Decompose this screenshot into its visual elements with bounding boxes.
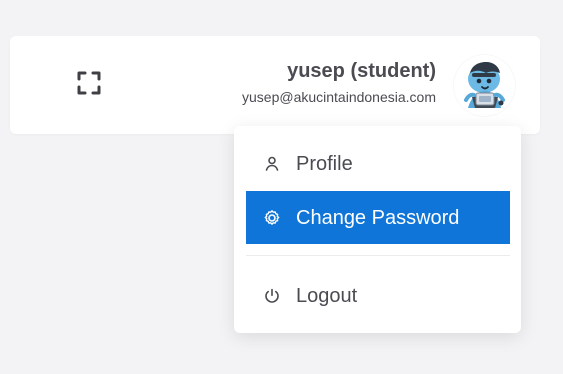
gear-icon [262,208,282,228]
logout-menu-item-label: Logout [296,284,358,307]
fullscreen-button[interactable] [73,69,105,101]
avatar-illustration [454,55,515,116]
change-password-menu-item-label: Change Password [296,206,460,229]
profile-menu-item[interactable]: Profile [246,137,510,190]
user-email: yusep@akucintaindonesia.com [242,89,436,105]
user-dropdown-menu: Profile Change Password Logout [234,126,521,333]
user-icon [262,154,282,174]
user-info: yusep (student) yusep@akucintaindonesia.… [242,59,436,105]
menu-divider [246,255,510,256]
profile-menu-item-label: Profile [296,152,353,175]
change-password-menu-item[interactable]: Change Password [246,191,510,244]
power-icon [262,286,282,306]
avatar[interactable] [454,55,515,116]
fullscreen-icon [75,69,103,102]
logout-menu-item[interactable]: Logout [246,269,510,322]
top-navigation-bar: yusep (student) yusep@akucintaindonesia.… [10,36,540,134]
user-name: yusep (student) [287,60,436,82]
